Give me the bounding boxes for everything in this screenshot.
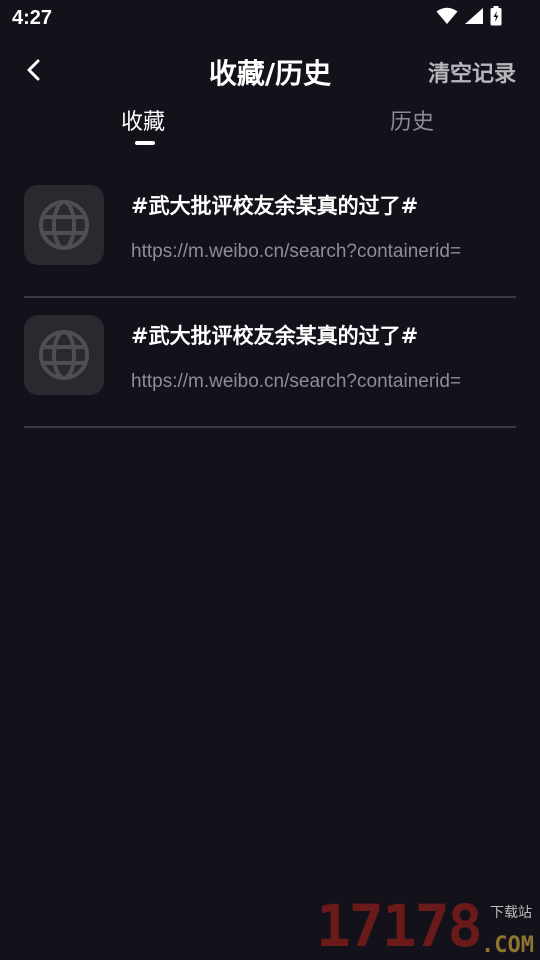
item-title: #武大批评校友余某真的过了# xyxy=(131,194,419,218)
watermark-logo: 17178 下载站 .COM xyxy=(316,892,536,960)
tab-history[interactable]: 历史 xyxy=(390,104,434,136)
tab-bar: 收藏 历史 xyxy=(0,100,540,150)
watermark-domain: .COM xyxy=(481,933,534,958)
status-bar: 4:27 xyxy=(0,0,540,36)
title-bar: 收藏/历史 清空记录 xyxy=(0,44,540,96)
site-thumbnail xyxy=(24,315,104,395)
clear-history-button[interactable]: 清空记录 xyxy=(428,56,516,88)
item-url: https://m.weibo.cn/search?containerid= xyxy=(131,241,462,262)
signal-icon xyxy=(465,8,483,24)
watermark-number: 17178 xyxy=(316,892,483,960)
favorites-list: #武大批评校友余某真的过了# https://m.weibo.cn/search… xyxy=(24,168,516,428)
site-thumbnail xyxy=(24,185,104,265)
status-time: 4:27 xyxy=(12,7,53,29)
list-item[interactable]: #武大批评校友余某真的过了# https://m.weibo.cn/search… xyxy=(24,168,516,298)
system-icons xyxy=(436,6,502,26)
item-title: #武大批评校友余某真的过了# xyxy=(131,324,419,348)
wifi-icon xyxy=(436,7,458,24)
tab-favorites[interactable]: 收藏 xyxy=(121,104,165,136)
item-url: https://m.weibo.cn/search?containerid= xyxy=(131,371,462,392)
battery-icon xyxy=(490,6,502,26)
watermark-tagline: 下载站 xyxy=(490,905,532,921)
tab-indicator xyxy=(135,141,155,145)
list-item[interactable]: #武大批评校友余某真的过了# https://m.weibo.cn/search… xyxy=(24,298,516,428)
globe-icon xyxy=(39,200,89,250)
globe-icon xyxy=(39,330,89,380)
